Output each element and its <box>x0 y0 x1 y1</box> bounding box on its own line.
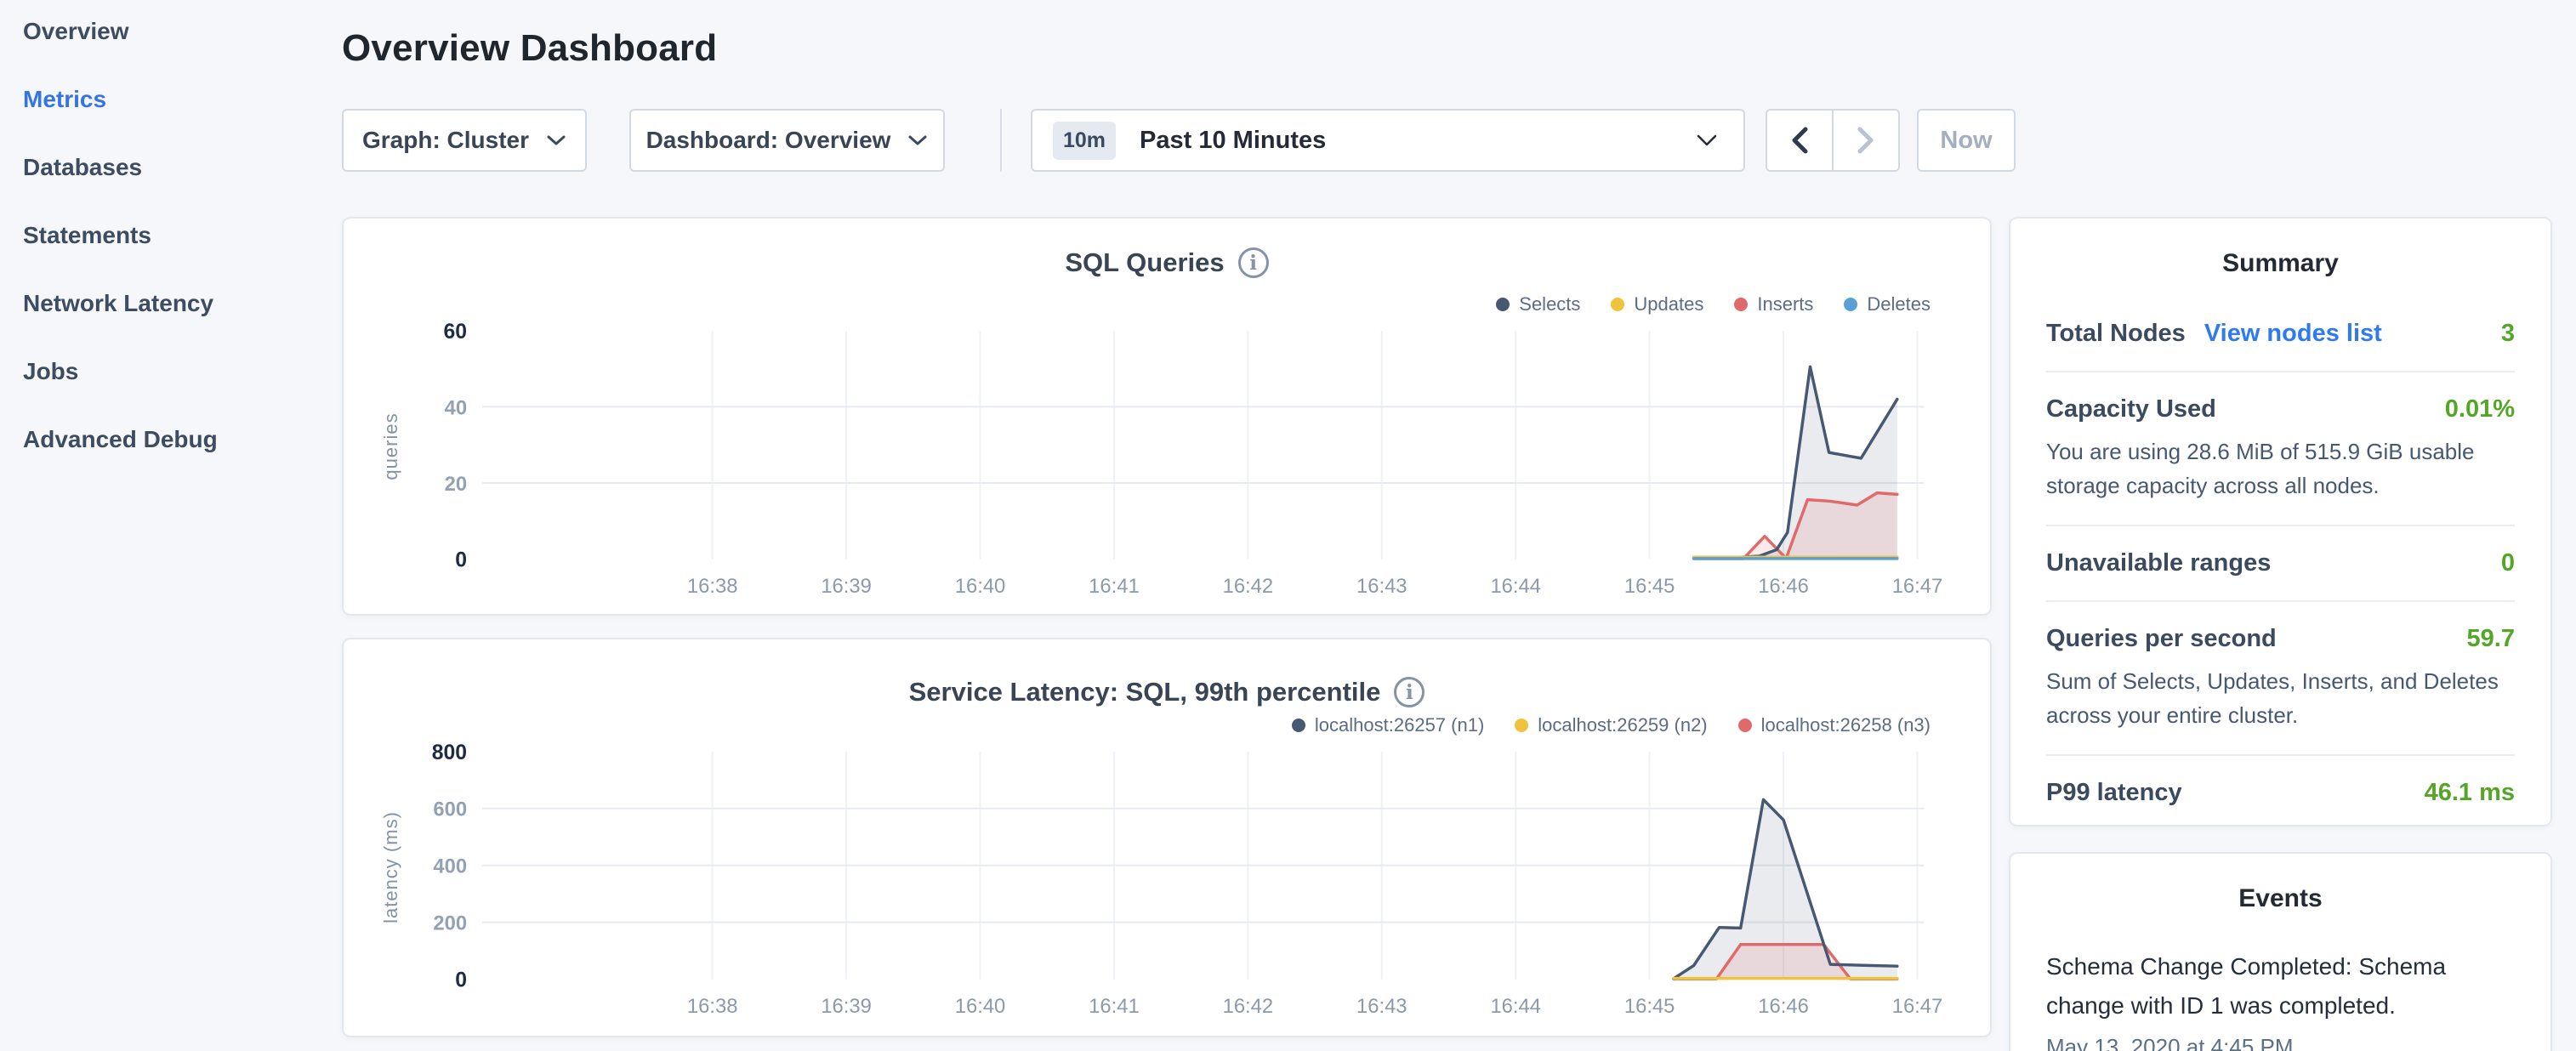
page-title: Overview Dashboard <box>342 27 717 70</box>
sidebar-item-overview[interactable]: Overview <box>23 19 342 44</box>
graph-dropdown[interactable]: Graph: Cluster <box>342 109 587 172</box>
time-step-buttons <box>1766 109 1900 172</box>
controls-row: Graph: Cluster Dashboard: Overview 10m P… <box>0 109 2576 172</box>
controls-divider <box>1000 109 1002 172</box>
dashboard-dropdown[interactable]: Dashboard: Overview <box>629 109 945 172</box>
unavailable-ranges-label: Unavailable ranges <box>2046 549 2271 577</box>
svg-text:0: 0 <box>455 548 467 571</box>
svg-text:40: 40 <box>445 396 467 419</box>
events-title: Events <box>2046 884 2515 913</box>
time-now-button[interactable]: Now <box>1917 109 2016 172</box>
event-message: Schema Change Completed: Schema change w… <box>2046 947 2515 1025</box>
summary-panel: Summary Total Nodes View nodes list 3 Ca… <box>2009 217 2552 827</box>
p99-latency-label: P99 latency <box>2046 779 2182 807</box>
chart-plot: 0 20 40 60 16:38 16:39 16:40 16:41 16:42 16:43 16:… <box>344 219 1990 614</box>
svg-text:200: 200 <box>433 912 467 935</box>
event-item[interactable]: Schema Change Completed: Schema change w… <box>2046 947 2515 1051</box>
chart-plot: 0 200 400 600 800 16:38 16:39 16:40 16:41 16:42 16… <box>344 639 1990 1036</box>
svg-text:16:39: 16:39 <box>821 575 872 598</box>
chevron-down-icon <box>907 134 928 146</box>
svg-text:600: 600 <box>433 798 467 821</box>
svg-text:16:41: 16:41 <box>1089 995 1140 1018</box>
db-console-screen: Overview Metrics Databases Statements Ne… <box>0 0 2576 1051</box>
chart-canvas[interactable]: 0 20 40 60 16:38 16:39 16:40 16:41 16:42 16:43 16:… <box>344 219 1990 614</box>
chart-canvas[interactable]: 0 200 400 600 800 16:38 16:39 16:40 16:41 16:42 16… <box>344 639 1990 1036</box>
event-timestamp: May 13, 2020 at 4:45 PM <box>2046 1034 2515 1051</box>
svg-text:16:40: 16:40 <box>955 575 1006 598</box>
svg-text:16:46: 16:46 <box>1758 995 1809 1018</box>
svg-text:16:47: 16:47 <box>1892 995 1943 1018</box>
qps-value: 59.7 <box>2467 625 2515 653</box>
svg-text:16:42: 16:42 <box>1223 995 1274 1018</box>
qps-label: Queries per second <box>2046 625 2277 653</box>
events-panel: Events Schema Change Completed: Schema c… <box>2009 852 2552 1051</box>
svg-text:16:45: 16:45 <box>1624 995 1675 1018</box>
p99-latency-value: 46.1 ms <box>2425 779 2515 807</box>
time-prev-button[interactable] <box>1767 111 1832 170</box>
summary-row-unavailable-ranges: Unavailable ranges 0 <box>2046 526 2515 600</box>
summary-row-p99: P99 latency 46.1 ms <box>2046 756 2515 830</box>
sql-queries-chart-card: SQL Queries i Selects Updates Inserts De… <box>342 217 1992 616</box>
svg-text:16:38: 16:38 <box>687 995 738 1018</box>
capacity-used-value: 0.01% <box>2445 395 2515 423</box>
summary-row-total-nodes: Total Nodes View nodes list 3 <box>2046 297 2515 371</box>
svg-text:16:41: 16:41 <box>1089 575 1140 598</box>
svg-text:0: 0 <box>455 969 467 991</box>
chevron-left-icon <box>1790 126 1809 155</box>
svg-text:16:42: 16:42 <box>1223 575 1274 598</box>
svg-text:400: 400 <box>433 855 467 878</box>
chevron-down-icon <box>546 134 566 146</box>
time-range-picker[interactable]: 10m Past 10 Minutes <box>1031 109 1745 172</box>
chevron-down-icon <box>1696 134 1718 147</box>
chevron-right-icon <box>1857 126 1875 155</box>
dashboard-dropdown-label: Dashboard: Overview <box>646 127 891 154</box>
svg-text:16:39: 16:39 <box>821 995 872 1018</box>
svg-text:16:40: 16:40 <box>955 995 1006 1018</box>
time-next-button[interactable] <box>1832 111 1898 170</box>
svg-text:16:45: 16:45 <box>1624 575 1675 598</box>
svg-text:16:46: 16:46 <box>1758 575 1809 598</box>
sidebar-item-jobs[interactable]: Jobs <box>23 359 342 384</box>
summary-title: Summary <box>2046 249 2515 278</box>
svg-text:16:38: 16:38 <box>687 575 738 598</box>
view-nodes-list-link[interactable]: View nodes list <box>2204 320 2382 348</box>
qps-description: Sum of Selects, Updates, Inserts, and De… <box>2046 664 2515 754</box>
svg-text:16:44: 16:44 <box>1490 995 1541 1018</box>
total-nodes-value: 3 <box>2501 320 2515 348</box>
sidebar-item-network-latency[interactable]: Network Latency <box>23 291 342 316</box>
sidebar-item-advanced-debug[interactable]: Advanced Debug <box>23 427 342 452</box>
service-latency-chart-card: Service Latency: SQL, 99th percentile i … <box>342 638 1992 1037</box>
time-range-badge: 10m <box>1053 122 1116 160</box>
sidebar-item-statements[interactable]: Statements <box>23 223 342 248</box>
svg-text:16:47: 16:47 <box>1892 575 1943 598</box>
time-range-label: Past 10 Minutes <box>1140 127 1672 155</box>
total-nodes-label: Total Nodes <box>2046 320 2186 348</box>
svg-text:60: 60 <box>444 321 468 344</box>
svg-text:800: 800 <box>432 741 467 764</box>
graph-dropdown-label: Graph: Cluster <box>362 127 529 154</box>
svg-text:16:43: 16:43 <box>1356 575 1407 598</box>
capacity-used-description: You are using 28.6 MiB of 515.9 GiB usab… <box>2046 435 2515 525</box>
svg-text:16:43: 16:43 <box>1356 995 1407 1018</box>
capacity-used-label: Capacity Used <box>2046 395 2216 423</box>
svg-text:16:44: 16:44 <box>1490 575 1541 598</box>
svg-text:20: 20 <box>445 473 467 496</box>
unavailable-ranges-value: 0 <box>2501 549 2515 577</box>
